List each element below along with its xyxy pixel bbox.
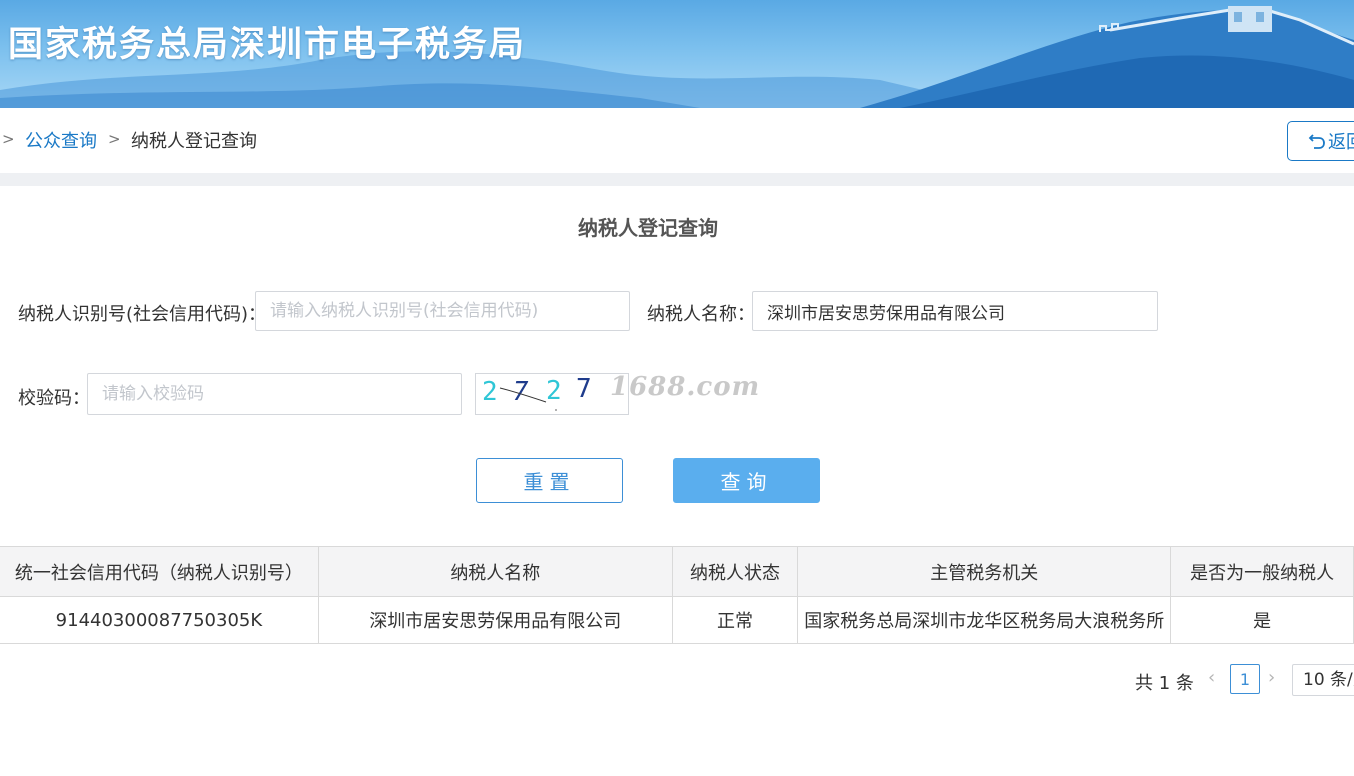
- table-header-row: 统一社会信用代码（纳税人识别号） 纳税人名称 纳税人状态 主管税务机关 是否为一…: [0, 546, 1354, 597]
- column-header-credit-code: 统一社会信用代码（纳税人识别号）: [0, 546, 319, 597]
- cell-general-taxpayer: 是: [1170, 596, 1354, 644]
- cell-tax-authority: 国家税务总局深圳市龙华区税务局大浪税务所: [797, 596, 1172, 644]
- query-button[interactable]: 查询: [673, 458, 820, 503]
- svg-text:7: 7: [576, 374, 592, 404]
- results-table: 统一社会信用代码（纳税人识别号） 纳税人名称 纳税人状态 主管税务机关 是否为一…: [0, 546, 1354, 644]
- pagination-total: 共 1 条: [1135, 673, 1194, 694]
- banner-title: 国家税务总局深圳市电子税务局: [8, 25, 527, 65]
- breadcrumb-separator: >: [2, 130, 15, 148]
- watermark: 1688.com: [610, 372, 761, 402]
- undo-arrow-icon: [1308, 132, 1326, 150]
- svg-text:7: 7: [509, 377, 531, 407]
- captcha-glyphs: 2 7 2 7: [482, 374, 592, 411]
- back-button-label: 返回: [1328, 132, 1354, 153]
- divider-strip: [0, 173, 1354, 186]
- site-banner: 国家税务总局深圳市电子税务局: [0, 0, 1354, 108]
- taxpayer-name-label: 纳税人名称：: [647, 304, 755, 325]
- page-title: 纳税人登记查询: [578, 216, 718, 240]
- svg-text:2: 2: [546, 376, 562, 406]
- page-size-select[interactable]: 10 条/页: [1292, 664, 1354, 696]
- column-header-general-taxpayer: 是否为一般纳税人: [1170, 546, 1354, 597]
- reset-button[interactable]: 重置: [476, 458, 623, 503]
- taxpayer-id-label: 纳税人识别号(社会信用代码)：: [18, 304, 267, 325]
- captcha-image[interactable]: 2 7 2 7: [475, 373, 629, 415]
- cell-credit-code: 91440300087750305K: [0, 596, 319, 644]
- captcha-label: 校验码：: [18, 388, 90, 409]
- taxpayer-id-input[interactable]: [255, 291, 630, 331]
- breadcrumb-current-page: 纳税人登记查询: [131, 131, 257, 152]
- breadcrumb: > 公众查询 > 纳税人登记查询 返回: [0, 108, 1354, 173]
- svg-text:2: 2: [482, 377, 498, 407]
- taxpayer-name-input[interactable]: [752, 291, 1158, 331]
- table-row: 91440300087750305K 深圳市居安思劳保用品有限公司 正常 国家税…: [0, 596, 1354, 644]
- column-header-status: 纳税人状态: [671, 546, 799, 597]
- breadcrumb-public-query-link[interactable]: 公众查询: [25, 127, 97, 153]
- back-button[interactable]: 返回: [1287, 121, 1354, 161]
- cell-status: 正常: [671, 596, 799, 644]
- breadcrumb-separator: >: [108, 130, 121, 148]
- column-header-tax-authority: 主管税务机关: [797, 546, 1172, 597]
- chevron-left-icon[interactable]: ‹: [1208, 667, 1215, 688]
- chevron-right-icon[interactable]: ›: [1268, 667, 1275, 688]
- captcha-input[interactable]: [87, 373, 462, 415]
- column-header-taxpayer-name: 纳税人名称: [317, 546, 673, 597]
- cell-taxpayer-name: 深圳市居安思劳保用品有限公司: [317, 596, 673, 644]
- pagination-page-1[interactable]: 1: [1230, 664, 1260, 694]
